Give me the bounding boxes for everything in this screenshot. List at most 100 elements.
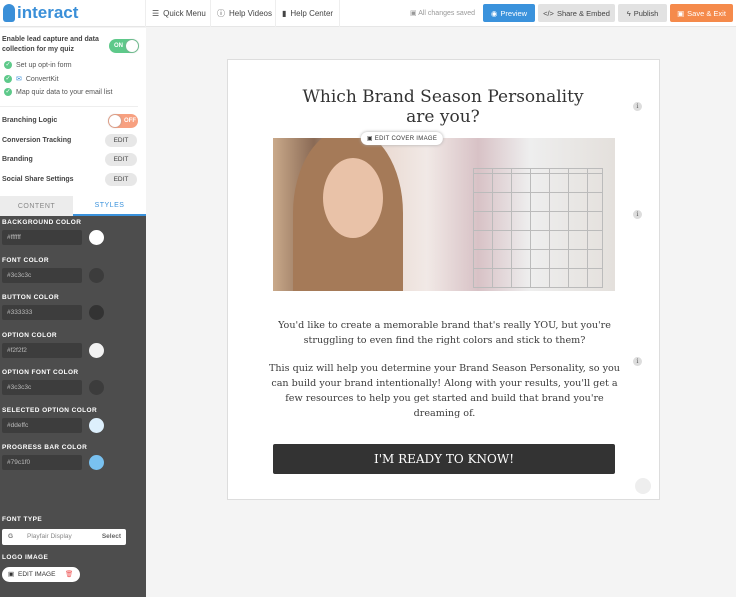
quiz-cover-canvas: Which Brand Season Personality are you? … bbox=[227, 59, 660, 500]
eye-icon: ◉ bbox=[490, 8, 498, 18]
help-videos-button[interactable]: ⓘ Help Videos bbox=[210, 0, 278, 27]
logo-text: interact bbox=[17, 3, 79, 22]
cover-image[interactable] bbox=[273, 138, 615, 291]
toggle-knob bbox=[126, 40, 138, 52]
edit-image-label: EDIT IMAGE bbox=[18, 571, 56, 578]
color-input[interactable]: #3c3c3c bbox=[2, 380, 82, 395]
check-icon: ✓ bbox=[4, 61, 12, 69]
color-swatch[interactable] bbox=[89, 342, 104, 358]
disk-icon: ▣ bbox=[677, 8, 685, 18]
toggle-state: OFF bbox=[124, 118, 136, 124]
branding-label: Branding bbox=[2, 156, 33, 163]
color-swatch[interactable] bbox=[89, 380, 104, 395]
checklist-item[interactable]: ✓ Set up opt-in form bbox=[4, 61, 72, 69]
share-label: Share & Embed bbox=[556, 8, 610, 18]
color-swatch[interactable] bbox=[89, 455, 104, 470]
quick-menu-button[interactable]: ☰ Quick Menu bbox=[145, 0, 212, 27]
font-select[interactable]: G Playfair Display Select bbox=[2, 529, 126, 545]
font-name: Playfair Display bbox=[27, 533, 72, 540]
color-swatch[interactable] bbox=[89, 417, 104, 433]
help-videos-label: Help Videos bbox=[229, 9, 272, 18]
lead-capture-label: Enable lead capture and data collection … bbox=[2, 36, 99, 53]
tab-styles[interactable]: STYLES bbox=[73, 196, 146, 216]
branching-logic-label: Branching Logic bbox=[2, 117, 58, 124]
photo-grid-board bbox=[473, 168, 603, 288]
save-exit-button[interactable]: ▣ Save & Exit bbox=[670, 4, 733, 22]
logo-image-label: LOGO IMAGE bbox=[2, 554, 49, 561]
image-icon: ▣ bbox=[366, 136, 375, 142]
check-icon: ✓ bbox=[4, 88, 12, 96]
quiz-title[interactable]: Which Brand Season Personality are you? bbox=[288, 87, 598, 127]
preview-button[interactable]: ◉ Preview bbox=[483, 4, 535, 22]
checklist-item[interactable]: ✓ ✉ ConvertKit bbox=[4, 75, 59, 83]
color-input[interactable]: #ddeffc bbox=[2, 417, 82, 433]
social-edit-button[interactable]: EDIT bbox=[105, 173, 137, 186]
color-input[interactable]: #f2f2f2 bbox=[2, 342, 82, 358]
edit-logo-image-button[interactable]: ▣ EDIT IMAGE 🗑 bbox=[2, 567, 80, 582]
color-input[interactable]: #ffffff bbox=[2, 230, 82, 245]
google-icon: G bbox=[8, 533, 14, 540]
color-input[interactable]: #3c3c3c bbox=[2, 267, 82, 283]
toggle-state: ON bbox=[114, 43, 123, 49]
branching-toggle[interactable]: OFF bbox=[108, 114, 138, 128]
font-type-label: FONT TYPE bbox=[2, 516, 43, 523]
trash-icon[interactable]: 🗑 bbox=[65, 567, 73, 582]
start-quiz-button[interactable]: I'M READY TO KNOW! bbox=[273, 444, 615, 474]
top-bar: interact ☰ Quick Menu ⓘ Help Videos ▮ Help … bbox=[0, 0, 736, 27]
color-label: OPTION COLOR bbox=[2, 331, 57, 339]
mail-icon: ✉ bbox=[16, 76, 22, 83]
brand-logo bbox=[635, 478, 651, 494]
sidebar: Enable lead capture and data collection … bbox=[0, 28, 146, 597]
description-paragraph-1[interactable]: You'd like to create a memorable brand t… bbox=[268, 318, 621, 348]
color-label: BUTTON COLOR bbox=[2, 294, 60, 301]
info-icon[interactable]: i bbox=[633, 210, 642, 219]
save-status: ▣ All changes saved bbox=[410, 9, 475, 17]
interact-logo[interactable]: interact bbox=[3, 3, 78, 23]
tab-content[interactable]: CONTENT bbox=[0, 196, 73, 216]
bolt-icon: ϟ bbox=[626, 8, 631, 18]
code-icon: </> bbox=[543, 8, 554, 18]
color-input[interactable]: #79c1f0 bbox=[2, 455, 82, 470]
help-center-label: Help Center bbox=[290, 9, 334, 18]
toggle-knob bbox=[109, 115, 121, 127]
share-embed-button[interactable]: </> Share & Embed bbox=[538, 4, 615, 22]
preview-label: Preview bbox=[500, 8, 528, 18]
checklist-item[interactable]: ✓ Map quiz data to your email list bbox=[4, 88, 113, 96]
conversion-edit-button[interactable]: EDIT bbox=[105, 134, 137, 147]
color-swatch[interactable] bbox=[89, 305, 104, 320]
branding-edit-button[interactable]: EDIT bbox=[105, 153, 137, 166]
checklist-text: ConvertKit bbox=[25, 75, 59, 83]
description-paragraph-2[interactable]: This quiz will help you determine your B… bbox=[268, 361, 621, 421]
conversion-tracking-label: Conversion Tracking bbox=[2, 137, 72, 144]
image-icon: ▣ bbox=[8, 571, 15, 578]
check-icon: ✓ bbox=[4, 75, 12, 83]
sidebar-tabs: CONTENT STYLES bbox=[0, 196, 146, 216]
font-select-label: Select bbox=[101, 533, 121, 540]
photo-face-shape bbox=[323, 158, 383, 238]
color-input[interactable]: #333333 bbox=[2, 305, 82, 320]
info-icon[interactable]: i bbox=[633, 102, 642, 111]
publish-button[interactable]: ϟ Publish bbox=[618, 4, 667, 22]
edit-cover-image-button[interactable]: ▣ EDIT COVER IMAGE bbox=[360, 132, 444, 145]
color-label: FONT COLOR bbox=[2, 256, 49, 264]
color-swatch[interactable] bbox=[89, 230, 104, 245]
color-label: OPTION FONT COLOR bbox=[2, 369, 79, 376]
divider bbox=[0, 106, 138, 107]
logo-mark-icon bbox=[3, 4, 15, 22]
color-label: PROGRESS BAR COLOR bbox=[2, 444, 88, 451]
question-icon: ⓘ bbox=[217, 9, 225, 18]
quick-menu-label: Quick Menu bbox=[163, 9, 206, 18]
help-center-button[interactable]: ▮ Help Center bbox=[275, 0, 341, 27]
styles-panel: BACKGROUND COLOR #ffffff FONT COLOR #3c3… bbox=[0, 216, 146, 597]
save-exit-label: Save & Exit bbox=[687, 8, 726, 18]
social-share-label: Social Share Settings bbox=[2, 176, 74, 183]
disk-icon: ▣ bbox=[410, 10, 419, 17]
menu-icon: ☰ bbox=[152, 9, 160, 18]
save-status-text: All changes saved bbox=[418, 10, 476, 17]
color-swatch[interactable] bbox=[89, 267, 104, 283]
book-icon: ▮ bbox=[282, 9, 287, 18]
checklist-text: Map quiz data to your email list bbox=[16, 88, 113, 96]
lead-capture-toggle[interactable]: ON bbox=[109, 39, 139, 53]
info-icon[interactable]: i bbox=[633, 357, 642, 366]
publish-label: Publish bbox=[633, 8, 659, 18]
